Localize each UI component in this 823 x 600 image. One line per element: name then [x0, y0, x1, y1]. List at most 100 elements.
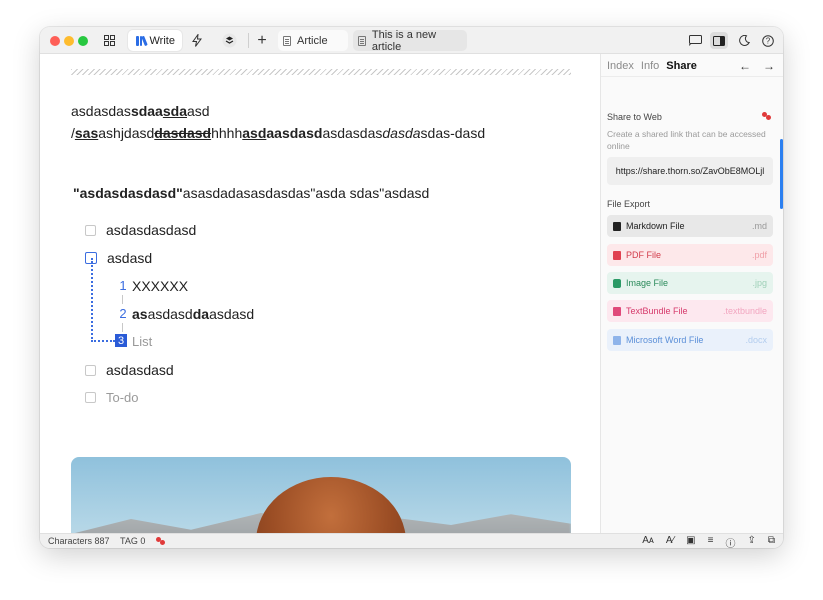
- export-pdf-button[interactable]: PDF File .pdf: [607, 244, 773, 266]
- text-run: XXXXXX: [132, 278, 189, 294]
- tab-index[interactable]: Index: [607, 60, 634, 72]
- arrow-right-icon[interactable]: →: [763, 59, 775, 73]
- status-icons: Aᴀ A∕ ▣ ≡ ⓘ ⇪ ⧉: [642, 535, 775, 548]
- share-status-icon[interactable]: [156, 537, 165, 546]
- font-size-icon[interactable]: Aᴀ: [642, 535, 654, 548]
- todo-checkbox[interactable]: [85, 224, 96, 236]
- copy-icon[interactable]: ⧉: [768, 535, 775, 548]
- sidebar-divider: [601, 76, 783, 77]
- export-label: Markdown File: [626, 221, 685, 231]
- embedded-image[interactable]: [71, 457, 571, 533]
- title-bar: Write + Article This is a new article ?: [40, 27, 783, 54]
- sidebar-icon[interactable]: [710, 32, 728, 49]
- list-item[interactable]: List: [132, 334, 152, 349]
- quote-rest: asasdadasasdasdas"asda sdas"asdasd: [182, 185, 430, 201]
- help-icon[interactable]: ?: [761, 32, 775, 49]
- export-label: Image File: [626, 278, 669, 288]
- zoom-window-button[interactable]: [78, 36, 88, 46]
- tab-info[interactable]: Info: [641, 60, 659, 72]
- text-run-italic: dasda: [382, 125, 421, 141]
- tab-label: Article: [297, 34, 328, 47]
- paragraph[interactable]: asdasdassdaasdaasd /sasashjdasddasdasdhh…: [71, 100, 573, 144]
- tag-count[interactable]: TAG 0: [120, 536, 145, 546]
- todo-item: asdasdasd: [85, 362, 174, 378]
- export-ext: .pdf: [751, 250, 767, 260]
- share-title: Share to Web: [607, 112, 662, 122]
- editor-area[interactable]: asdasdassdaasdaasd /sasashjdasddasdasdhh…: [40, 54, 600, 533]
- text-run: List: [132, 334, 153, 349]
- export-word-button[interactable]: Microsoft Word File .docx: [607, 329, 773, 351]
- tab-new-article[interactable]: This is a new article: [353, 28, 467, 53]
- text-run: asdasdas: [71, 103, 131, 119]
- layers-icon[interactable]: [221, 32, 238, 49]
- text-run-bold: sdaa: [130, 103, 163, 119]
- image-icon[interactable]: ▣: [686, 535, 695, 548]
- text-run: asdasd: [147, 306, 193, 322]
- pdf-icon: [613, 250, 621, 260]
- moon-icon[interactable]: [737, 32, 751, 49]
- todo-checkbox[interactable]: [85, 392, 96, 403]
- markdown-icon: [613, 221, 621, 231]
- image-icon: [613, 278, 621, 288]
- list-item[interactable]: XXXXXX: [132, 278, 188, 294]
- bolt-icon[interactable]: [190, 32, 204, 49]
- nesting-guide: [91, 340, 115, 342]
- character-count: Characters 887: [48, 536, 110, 546]
- export-icon[interactable]: ⇪: [747, 535, 755, 548]
- status-bar: Characters 887 TAG 0 Aᴀ A∕ ▣ ≡ ⓘ ⇪ ⧉: [40, 533, 783, 548]
- info-icon[interactable]: ⓘ: [725, 535, 735, 548]
- tab-share[interactable]: Share: [666, 60, 697, 72]
- text-run: asdasd: [209, 306, 255, 322]
- list-connector: [122, 295, 123, 304]
- list-number-selected[interactable]: 3: [115, 334, 127, 347]
- app-window: Write + Article This is a new article ? …: [40, 27, 783, 548]
- todo-text[interactable]: asdasd: [107, 250, 152, 266]
- quote-paragraph[interactable]: "asdasdasdasd"asasdadasasdasdas"asda sda…: [73, 185, 429, 201]
- todo-placeholder-text[interactable]: To-do: [106, 390, 139, 405]
- sidebar-nav: ← →: [739, 59, 775, 73]
- share-sidebar: Index Info Share ← → Share to Web Create…: [600, 54, 783, 533]
- text-run: asdasdas: [322, 125, 383, 141]
- text-run-bold: as: [132, 306, 148, 322]
- todo-text[interactable]: asdasdasdasd: [106, 222, 196, 238]
- todo-item: asdasd: [85, 250, 152, 266]
- todo-checkbox[interactable]: [85, 364, 96, 376]
- sidebar-scrollbar[interactable]: [780, 139, 783, 209]
- write-mode-button[interactable]: Write: [128, 30, 182, 51]
- text-run-bold-underline: sda: [162, 103, 187, 119]
- write-label: Write: [149, 34, 175, 47]
- text-run: hhhh: [211, 125, 243, 141]
- write-icon: [136, 35, 148, 46]
- share-link-field[interactable]: https://share.thorn.so/ZavObE8MOLjl: [607, 157, 773, 185]
- list-item[interactable]: asasdasddaasdasd: [132, 306, 254, 322]
- word-icon: [613, 335, 621, 345]
- todo-text[interactable]: asdasdasd: [106, 362, 174, 378]
- text-run-bold: da: [192, 306, 210, 322]
- share-icon[interactable]: [762, 112, 771, 121]
- close-window-button[interactable]: [50, 36, 60, 46]
- toolbar-divider: [248, 33, 249, 48]
- tab-label: This is a new article: [371, 28, 437, 53]
- grid-icon[interactable]: [102, 32, 116, 49]
- todo-item-placeholder: To-do: [85, 390, 139, 405]
- text-run: sdas-dasd: [420, 125, 486, 141]
- list-number: 2: [119, 306, 127, 321]
- arrow-left-icon[interactable]: ←: [739, 59, 751, 73]
- text-run-bold-strike: dasdasd: [154, 125, 212, 141]
- text-run-bold-underline: sas: [74, 125, 99, 141]
- nesting-guide: [91, 258, 93, 342]
- svg-text:?: ?: [766, 36, 771, 45]
- plus-icon[interactable]: +: [255, 32, 269, 49]
- export-image-button[interactable]: Image File .jpg: [607, 272, 773, 294]
- quote-bold: "asdasdasdasd": [73, 185, 183, 201]
- align-icon[interactable]: ≡: [708, 535, 714, 548]
- export-textbundle-button[interactable]: TextBundle File .textbundle: [607, 300, 773, 322]
- tab-article[interactable]: Article: [278, 30, 348, 51]
- export-markdown-button[interactable]: Markdown File .md: [607, 215, 773, 237]
- font-style-icon[interactable]: A∕: [666, 535, 674, 548]
- text-run-bold-underline: asd: [242, 125, 267, 141]
- minimize-window-button[interactable]: [64, 36, 74, 46]
- cast-icon[interactable]: [688, 32, 702, 49]
- export-ext: .docx: [745, 335, 767, 345]
- export-label: PDF File: [626, 250, 662, 260]
